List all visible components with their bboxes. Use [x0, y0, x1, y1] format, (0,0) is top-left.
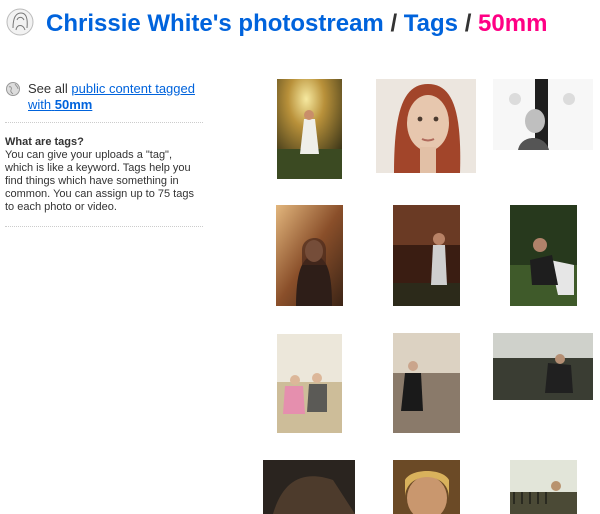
photo-image	[493, 333, 593, 400]
breadcrumb-separator: /	[390, 10, 398, 37]
photo-image	[263, 460, 355, 514]
photo-image	[376, 79, 476, 173]
globe-icon	[6, 82, 20, 96]
photo-image	[510, 460, 577, 514]
see-all-tagged: See all public content tagged with 50mm	[0, 81, 205, 113]
sidebar-divider	[5, 226, 203, 227]
photo-thumbnail[interactable]	[493, 79, 593, 150]
photo-image	[510, 205, 577, 306]
tags-help-title: What are tags?	[5, 136, 84, 148]
tags-help: What are tags? You can give your uploads…	[0, 123, 201, 214]
photo-image	[393, 205, 460, 306]
current-tag: 50mm	[478, 10, 548, 37]
photo-image	[493, 79, 593, 150]
photo-thumbnail[interactable]	[263, 460, 355, 514]
photo-image	[277, 334, 342, 433]
breadcrumb-separator: /	[464, 10, 472, 37]
photo-thumbnail[interactable]	[510, 460, 577, 514]
tags-link[interactable]: Tags	[404, 10, 458, 37]
user-avatar-icon[interactable]	[6, 8, 34, 36]
photo-thumbnail[interactable]	[510, 205, 577, 306]
tags-help-text: You can give your uploads a "tag", which…	[5, 149, 194, 213]
photo-image	[393, 460, 460, 514]
photo-thumbnail[interactable]	[277, 334, 342, 433]
photo-image	[277, 79, 342, 179]
photo-image	[393, 333, 460, 433]
sidebar: See all public content tagged with 50mm …	[0, 70, 205, 227]
photo-thumbnail[interactable]	[393, 333, 460, 433]
photo-thumbnail[interactable]	[393, 205, 460, 306]
photo-thumbnail[interactable]	[277, 79, 342, 179]
photo-thumbnail[interactable]	[376, 79, 476, 173]
page-header: Chrissie White's photostream / Tags / 50…	[0, 0, 600, 54]
public-content-tag[interactable]: 50mm	[55, 97, 93, 112]
photo-thumbnail[interactable]	[393, 460, 460, 514]
photo-thumbnail[interactable]	[493, 333, 593, 400]
see-all-prefix: See all	[28, 81, 68, 96]
photostream-link[interactable]: Chrissie White's photostream	[46, 10, 384, 37]
photo-thumbnail[interactable]	[276, 205, 343, 306]
page-title: Chrissie White's photostream / Tags / 50…	[46, 10, 547, 38]
photo-image	[276, 205, 343, 306]
